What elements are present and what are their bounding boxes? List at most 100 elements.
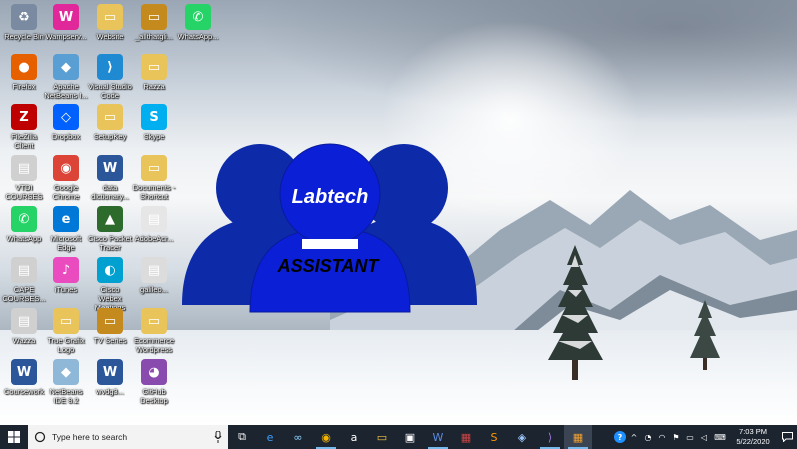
desktop-icon[interactable]: ♻ Recycle Bin — [2, 2, 46, 41]
desktop-icon-label: GitHub Desktop — [140, 387, 168, 405]
desktop-icon[interactable]: ▤ VTDI COURSES — [2, 153, 46, 201]
desktop-icon-label: data dictionary... — [91, 183, 129, 201]
taskbar-clock[interactable]: 7:03 PM 5/22/2020 — [729, 427, 777, 447]
recycle-bin-icon: ♻ — [11, 4, 37, 30]
help-glyph: ? — [614, 431, 626, 443]
labtech-assistant-logo: Labtech ASSISTANT — [182, 143, 477, 313]
desktop-icon-label: Wampserv... — [45, 32, 87, 41]
desktop-icon[interactable]: ✆ WhatsApp — [2, 204, 46, 243]
desktop-icon-label: WhatsApp — [6, 234, 42, 243]
folder-icon: ▭ — [53, 308, 79, 334]
desktop-icon-label: _allthatgli... — [135, 32, 173, 41]
desktop-icon[interactable]: ◆ NetBeans IDE 8.2 — [44, 357, 88, 405]
file-explorer-icon[interactable]: ▭ — [368, 425, 396, 449]
whatsapp-icon: ✆ — [11, 206, 37, 232]
desktop-icon[interactable]: ▭ Website — [88, 2, 132, 41]
system-tray: ? ^ ◔ ◠ ⚑ ▭ ◁ ⌨ 7:03 PM 5/22/2020 — [613, 425, 797, 449]
pdf-icon: ▤ — [11, 257, 37, 283]
desktop-icon[interactable]: ▭ Razza — [132, 52, 176, 91]
search-icon — [34, 431, 46, 443]
taskbar-pinned-apps: ⧉ e ∞ ◉ a ▭ ▣ W ▦ S ◈ ⟩ ▦ — [228, 425, 592, 449]
desktop-icon-label: Google Chrome — [52, 183, 80, 201]
wifi-icon[interactable]: ◠ — [655, 425, 669, 449]
desktop-icon-label: CAPE COURSES... — [2, 285, 46, 303]
desktop-icon[interactable]: ▭ Ecommerce Wordpress — [132, 306, 176, 354]
visual-studio-icon[interactable]: ⟩ — [536, 425, 564, 449]
desktop-icon[interactable]: Z FileZilla Client — [2, 102, 46, 150]
desktop-icon-label: True Grafix Logo — [47, 336, 85, 354]
desktop-icon[interactable]: S Skype — [132, 102, 176, 141]
desktop-icon-label: iTunes — [54, 285, 78, 294]
desktop-icon[interactable]: W Wampserv... — [44, 2, 88, 41]
file-icon: ▤ — [141, 257, 167, 283]
desktop-icon-label: Ecommerce Wordpress — [133, 336, 174, 354]
folder-icon: ▭ — [97, 4, 123, 30]
desktop-icon[interactable]: ◕ GitHub Desktop — [132, 357, 176, 405]
folder-icon: ▭ — [97, 104, 123, 130]
desktop-icon[interactable]: Wwvdg3... — [88, 357, 132, 396]
wampserver-icon: W — [53, 4, 79, 30]
virtualbox-icon[interactable]: ◈ — [508, 425, 536, 449]
desktop-icon-label: Wazza — [12, 336, 36, 345]
network-icon[interactable]: ◔ — [641, 425, 655, 449]
desktop-icon[interactable]: ▤ galileo... — [132, 255, 176, 294]
desktop-icon[interactable]: ▤ Wazza — [2, 306, 46, 345]
desktop-icon[interactable]: ▭ True Grafix Logo — [44, 306, 88, 354]
windows-logo-icon — [8, 431, 20, 443]
desktop-icon[interactable]: W Coursework — [2, 357, 46, 396]
sublime-icon[interactable]: S — [480, 425, 508, 449]
desktop-icon-label: Microsoft Edge — [50, 234, 82, 252]
battery-icon[interactable]: ▭ — [683, 425, 697, 449]
desktop-icon[interactable]: ◐Cisco Webex Meetings — [88, 255, 132, 312]
desktop-icon[interactable]: ✆ WhatsApp... — [176, 2, 220, 41]
flag-icon[interactable]: ⚑ — [669, 425, 683, 449]
taskbar-search-box[interactable]: Type here to search — [28, 425, 228, 449]
show-hidden-icons-chevron-icon[interactable]: ^ — [627, 425, 641, 449]
volume-icon[interactable]: ◁ — [697, 425, 711, 449]
filezilla-icon: Z — [11, 104, 37, 130]
action-center-button[interactable] — [777, 425, 797, 449]
edge-icon[interactable]: e — [256, 425, 284, 449]
desktop-icon-label: NetBeans IDE 8.2 — [49, 387, 83, 405]
desktop-icon-label: SetupKey — [93, 132, 127, 141]
infinity-app-icon[interactable]: ∞ — [284, 425, 312, 449]
whatsapp-icon: ✆ — [185, 4, 211, 30]
help-icon[interactable]: ? — [613, 425, 627, 449]
chrome-icon[interactable]: ◉ — [312, 425, 340, 449]
desktop-icon[interactable]: e Microsoft Edge — [44, 204, 88, 252]
file-icon: ▤ — [141, 206, 167, 232]
start-button[interactable] — [0, 425, 28, 449]
desktop-icon-label: FileZilla Client — [11, 132, 37, 150]
store-icon[interactable]: ▣ — [396, 425, 424, 449]
desktop-icon[interactable]: ◇ Dropbox — [44, 102, 88, 141]
desktop-icon[interactable]: ◆ Apache NetBeans I... — [44, 52, 88, 100]
desktop-icon-label: Website — [96, 32, 124, 41]
word-icon[interactable]: W — [424, 425, 452, 449]
winrar-icon[interactable]: ▦ — [452, 425, 480, 449]
desktop-icon[interactable]: Wdata dictionary... — [88, 153, 132, 201]
clock-date: 5/22/2020 — [736, 437, 770, 446]
webex-icon: ◐ — [97, 257, 123, 283]
desktop-icon[interactable]: ▭ _allthatgli... — [132, 2, 176, 41]
taskbar: Type here to search ⧉ e ∞ ◉ a ▭ ▣ W ▦ S ◈ ⟩ ▦ ? ^ ◔ … — [0, 425, 797, 449]
word-doc-icon: W — [11, 359, 37, 385]
desktop-icon[interactable]: ▤ AdobeAcr... — [132, 204, 176, 243]
photos-app-icon[interactable]: ▦ — [564, 425, 592, 449]
task-view-icon[interactable]: ⧉ — [228, 425, 256, 449]
desktop-icon-label: Skype — [143, 132, 165, 141]
desktop-icon[interactable]: ● Firefox — [2, 52, 46, 91]
desktop-icon-label: TV Series — [93, 336, 127, 345]
desktop-icon[interactable]: ♪ iTunes — [44, 255, 88, 294]
amazon-icon[interactable]: a — [340, 425, 368, 449]
desktop-icon-label: galileo... — [140, 285, 168, 294]
logo-title: Labtech — [292, 186, 369, 208]
keyboard-icon[interactable]: ⌨ — [711, 425, 729, 449]
desktop-icon[interactable]: ⟩ Visual Studio Code — [88, 52, 132, 100]
desktop-icon[interactable]: ▤ CAPE COURSES... — [2, 255, 46, 303]
microphone-icon[interactable] — [214, 431, 222, 443]
desktop-icon[interactable]: ▭ TV Series — [88, 306, 132, 345]
desktop-icon[interactable]: ▭ SetupKey — [88, 102, 132, 141]
desktop-icon[interactable]: ▲ Cisco Packet Tracer — [88, 204, 132, 252]
desktop-icon[interactable]: ◉ Google Chrome — [44, 153, 88, 201]
desktop-icon[interactable]: ▭ Documents - Shortcut — [132, 153, 176, 201]
